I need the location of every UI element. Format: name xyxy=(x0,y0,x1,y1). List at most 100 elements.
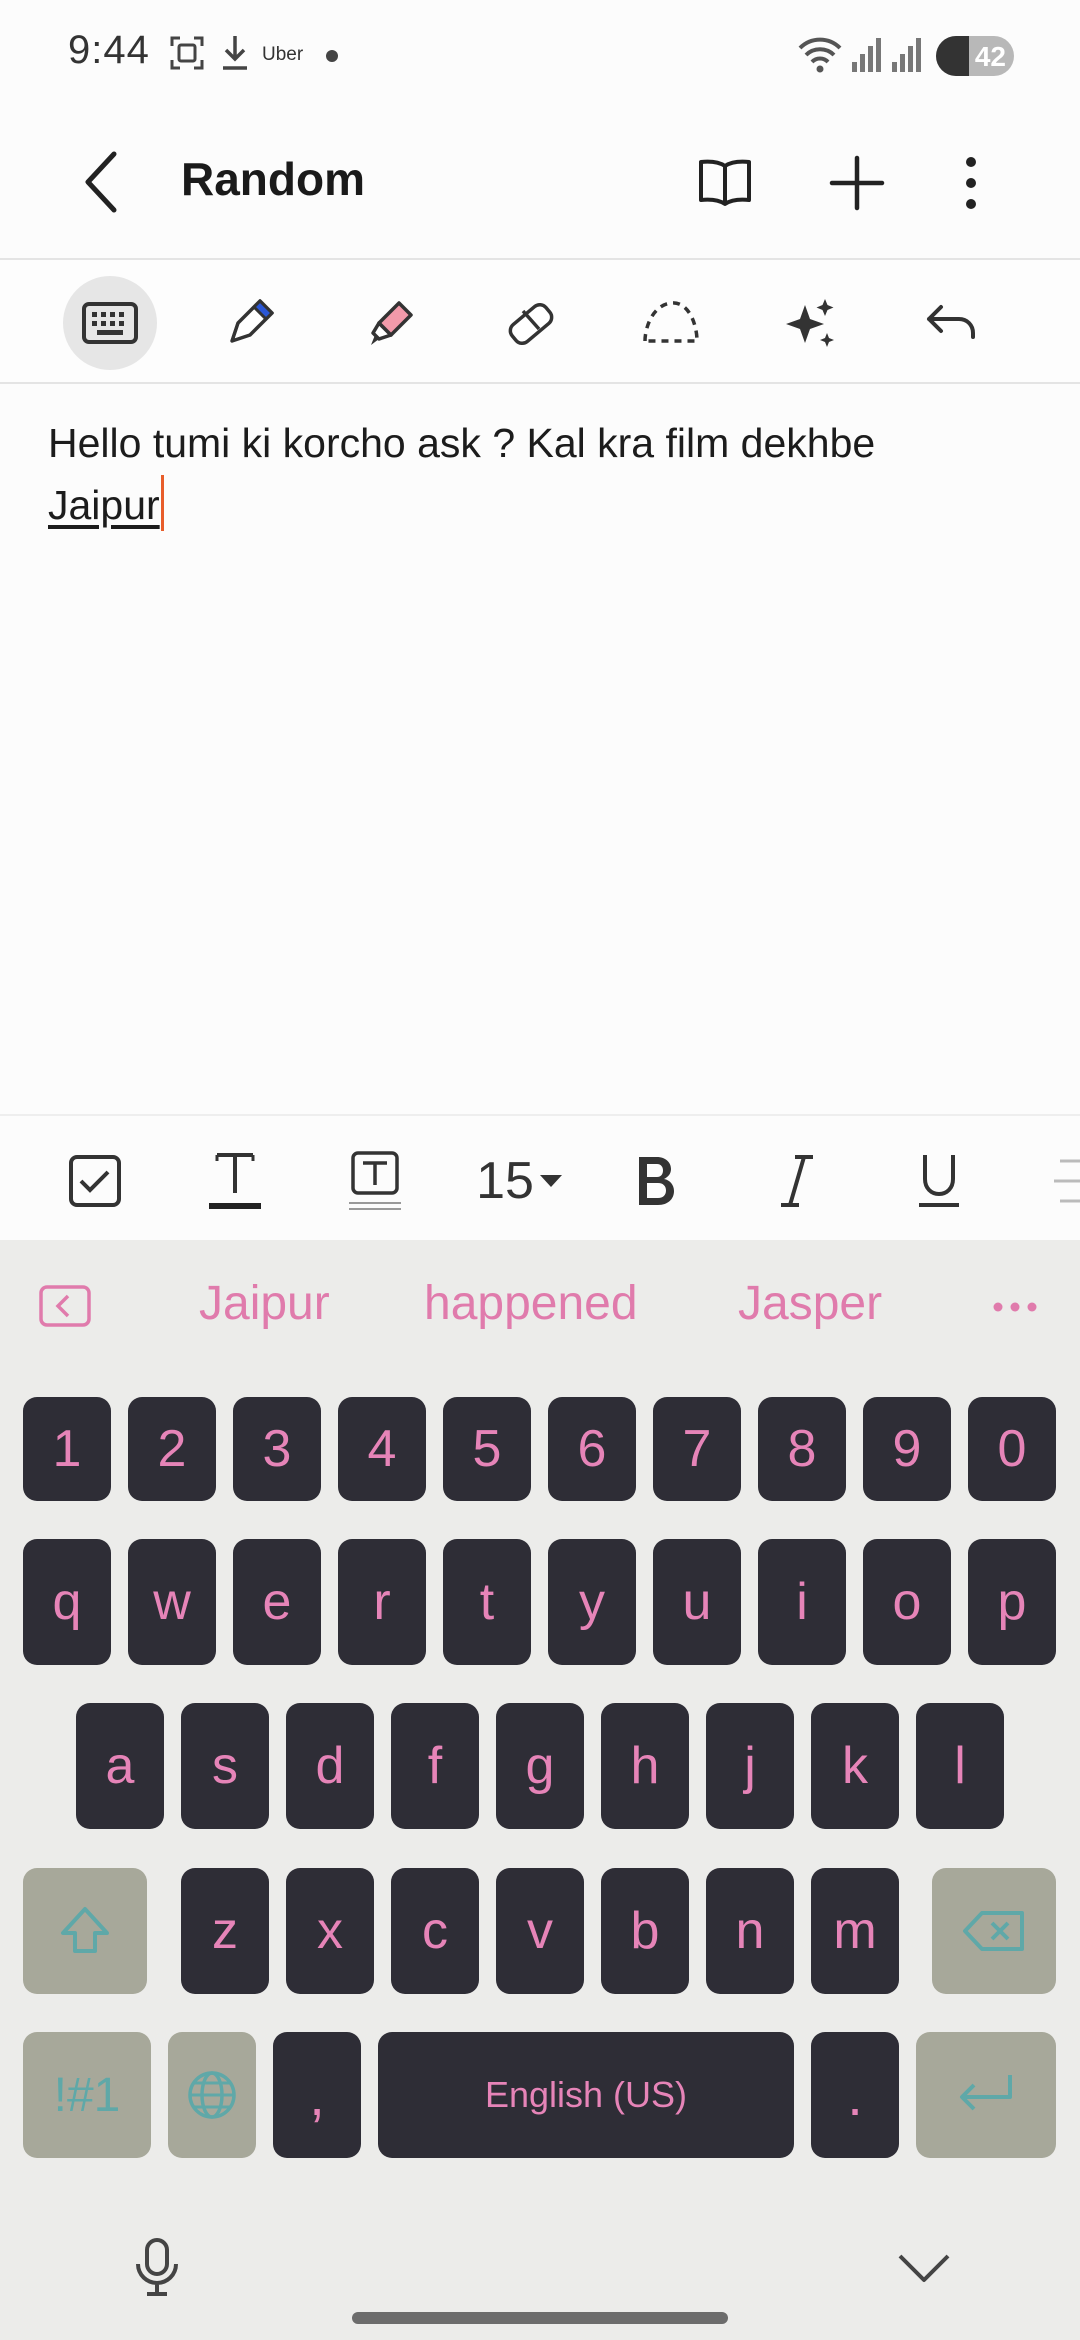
key-q[interactable]: q xyxy=(23,1539,111,1665)
pen-tool-button[interactable] xyxy=(203,276,297,370)
key-a[interactable]: a xyxy=(76,1703,164,1829)
key-p[interactable]: p xyxy=(968,1539,1056,1665)
lasso-selection-icon xyxy=(643,301,699,343)
microphone-icon[interactable] xyxy=(130,2236,184,2298)
key-6[interactable]: 6 xyxy=(548,1397,636,1501)
key-z[interactable]: z xyxy=(181,1868,269,1994)
undo-button[interactable] xyxy=(904,276,998,370)
key-c[interactable]: c xyxy=(391,1868,479,1994)
page-title: Random xyxy=(181,153,365,205)
key-h[interactable]: h xyxy=(601,1703,689,1829)
strikethrough-icon xyxy=(1054,1159,1080,1203)
more-suggestions-icon[interactable] xyxy=(992,1300,1038,1314)
key-t[interactable]: t xyxy=(443,1539,531,1665)
add-plus-icon[interactable] xyxy=(822,148,892,218)
suggestion-bar: Jaipur happened Jasper xyxy=(0,1240,1080,1370)
globe-icon xyxy=(188,2071,236,2119)
font-size-dropdown[interactable]: 15 xyxy=(470,1146,570,1216)
key-3[interactable]: 3 xyxy=(233,1397,321,1501)
key-w[interactable]: w xyxy=(128,1539,216,1665)
checkbox-button[interactable] xyxy=(60,1146,130,1216)
battery-level-fill xyxy=(936,36,969,76)
text-cursor xyxy=(160,475,164,531)
key-8[interactable]: 8 xyxy=(758,1397,846,1501)
suggestion-1[interactable]: Jaipur xyxy=(199,1276,330,1331)
note-header: Random xyxy=(0,110,1080,260)
sparkles-icon xyxy=(786,299,834,347)
suggestion-2[interactable]: happened xyxy=(424,1276,638,1331)
status-bar: 9:44 Uber 42 xyxy=(0,0,1080,110)
eraser-tool-button[interactable] xyxy=(484,276,578,370)
period-key[interactable]: . xyxy=(811,2032,899,2158)
note-line-2: Jaipur xyxy=(48,474,1038,536)
key-0[interactable]: 0 xyxy=(968,1397,1056,1501)
text-color-icon xyxy=(209,1153,261,1209)
key-o[interactable]: o xyxy=(863,1539,951,1665)
key-x[interactable]: x xyxy=(286,1868,374,1994)
symbols-key[interactable]: !#1 xyxy=(23,2032,151,2158)
collapse-toolbar-icon[interactable] xyxy=(38,1284,92,1328)
on-screen-keyboard: Jaipur happened Jasper 1 2 3 4 5 6 7 8 9… xyxy=(0,1240,1080,2340)
key-y[interactable]: y xyxy=(548,1539,636,1665)
italic-button[interactable] xyxy=(762,1146,832,1216)
backspace-key[interactable] xyxy=(932,1868,1056,1994)
composing-word: Jaipur xyxy=(48,482,160,528)
key-5[interactable]: 5 xyxy=(443,1397,531,1501)
key-u[interactable]: u xyxy=(653,1539,741,1665)
key-l[interactable]: l xyxy=(916,1703,1004,1829)
uber-notification-label: Uber xyxy=(262,44,304,65)
battery-percent: 42 xyxy=(974,41,1006,72)
key-i[interactable]: i xyxy=(758,1539,846,1665)
key-m[interactable]: m xyxy=(811,1868,899,1994)
back-arrow-icon[interactable] xyxy=(74,142,134,222)
ai-assist-button[interactable] xyxy=(764,276,858,370)
wifi-icon xyxy=(798,37,842,73)
space-key[interactable]: English (US) xyxy=(378,2032,794,2158)
screenshot-icon xyxy=(170,36,204,70)
key-d[interactable]: d xyxy=(286,1703,374,1829)
suggestion-3[interactable]: Jasper xyxy=(738,1276,882,1331)
underline-button[interactable] xyxy=(904,1146,974,1216)
key-f[interactable]: f xyxy=(391,1703,479,1829)
key-e[interactable]: e xyxy=(233,1539,321,1665)
key-k[interactable]: k xyxy=(811,1703,899,1829)
more-options-icon[interactable] xyxy=(936,148,1006,218)
underline-icon xyxy=(919,1155,959,1207)
strikethrough-button[interactable] xyxy=(1050,1146,1080,1216)
key-b[interactable]: b xyxy=(601,1868,689,1994)
key-9[interactable]: 9 xyxy=(863,1397,951,1501)
note-line-1: Hello tumi ki korcho ask ? Kal kra film … xyxy=(48,420,876,466)
text-background-button[interactable] xyxy=(340,1146,410,1216)
italic-icon xyxy=(781,1155,813,1207)
signal-icon-sim2 xyxy=(892,38,921,72)
enter-arrow-icon xyxy=(960,2075,1012,2111)
note-body-text[interactable]: Hello tumi ki korcho ask ? Kal kra film … xyxy=(48,412,1038,536)
key-j[interactable]: j xyxy=(706,1703,794,1829)
bold-button[interactable] xyxy=(620,1146,690,1216)
text-highlight-icon xyxy=(349,1151,401,1210)
text-color-button[interactable] xyxy=(200,1146,270,1216)
key-n[interactable]: n xyxy=(706,1868,794,1994)
pen-icon xyxy=(230,298,275,343)
key-g[interactable]: g xyxy=(496,1703,584,1829)
key-v[interactable]: v xyxy=(496,1868,584,1994)
font-size-value: 15 xyxy=(476,1152,534,1210)
key-1[interactable]: 1 xyxy=(23,1397,111,1501)
hide-keyboard-chevron-icon[interactable] xyxy=(892,2246,956,2286)
shift-arrow-icon xyxy=(61,1907,109,1953)
key-r[interactable]: r xyxy=(338,1539,426,1665)
reading-mode-book-icon[interactable] xyxy=(690,148,760,218)
lasso-select-button[interactable] xyxy=(624,276,718,370)
comma-key[interactable]: , xyxy=(273,2032,361,2158)
keyboard-mode-button[interactable] xyxy=(63,276,157,370)
key-4[interactable]: 4 xyxy=(338,1397,426,1501)
enter-key[interactable] xyxy=(916,2032,1056,2158)
key-s[interactable]: s xyxy=(181,1703,269,1829)
highlighter-tool-button[interactable] xyxy=(344,276,438,370)
key-7[interactable]: 7 xyxy=(653,1397,741,1501)
language-key[interactable] xyxy=(168,2032,256,2158)
gesture-navigation-handle[interactable] xyxy=(352,2312,728,2324)
eraser-icon xyxy=(508,302,554,346)
shift-key[interactable] xyxy=(23,1868,147,1994)
key-2[interactable]: 2 xyxy=(128,1397,216,1501)
